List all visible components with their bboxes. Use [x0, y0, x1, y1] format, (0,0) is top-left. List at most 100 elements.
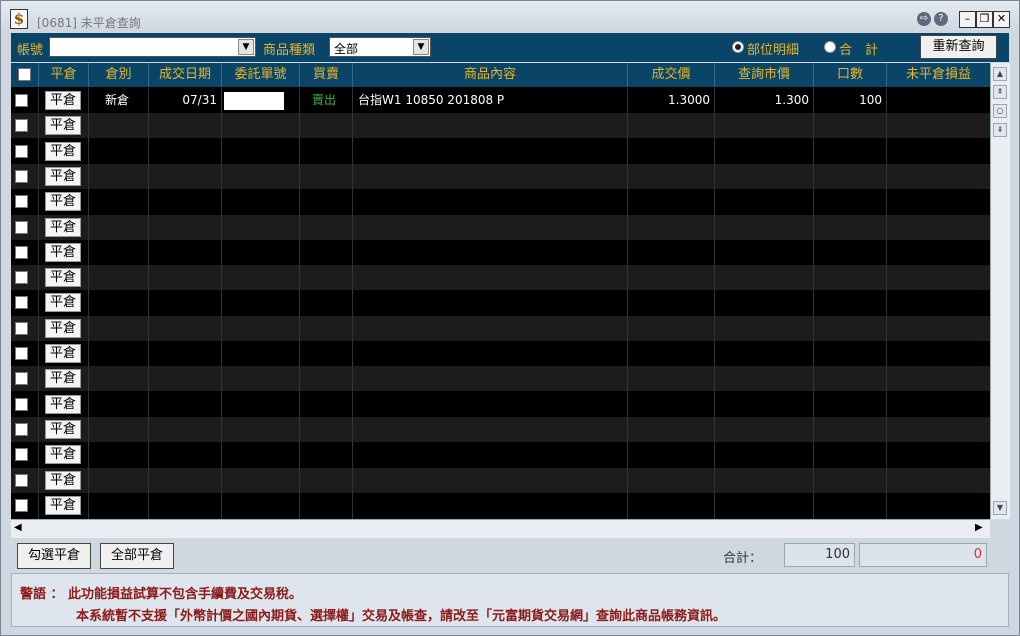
table-row: 平倉: [11, 391, 990, 417]
row-close-button[interactable]: 平倉: [45, 344, 81, 363]
notice-label: 警語 ：: [20, 587, 64, 602]
row-checkbox[interactable]: [15, 220, 28, 234]
row-close-button[interactable]: 平倉: [45, 192, 81, 212]
requery-button[interactable]: 重新查詢: [920, 35, 997, 59]
row-pnl: [887, 88, 985, 113]
row-checkbox[interactable]: [15, 422, 28, 436]
page-down-icon[interactable]: ⇟: [993, 123, 1007, 137]
row-checkbox[interactable]: [15, 271, 28, 285]
table-row: 平倉: [11, 467, 990, 493]
row-close-button[interactable]: 平倉: [45, 242, 81, 262]
product-type-select[interactable]: 全部 ▼: [329, 37, 431, 57]
row-close-button[interactable]: 平倉: [45, 91, 81, 110]
row-checkbox[interactable]: [15, 372, 28, 386]
radio-detail[interactable]: [732, 41, 744, 53]
detach-icon[interactable]: ⇨: [917, 12, 931, 26]
total-qty: 100: [784, 543, 855, 567]
table-row: 平倉 新倉 07/31 台指W1 10850 201808 P 賣出 1.3000 1.30…: [11, 88, 990, 113]
table-row: 平倉: [11, 315, 990, 341]
radio-total[interactable]: [824, 41, 836, 53]
row-checkbox[interactable]: [15, 245, 28, 259]
window-title: [0681] 未平倉查詢: [37, 16, 141, 30]
row-checkbox[interactable]: [15, 296, 28, 310]
header-order-no: 委託單號: [222, 63, 300, 87]
help-icon[interactable]: ?: [934, 12, 948, 26]
table-row: 平倉: [11, 214, 990, 240]
scroll-up-icon[interactable]: ▲: [993, 67, 1007, 81]
header-pnl: 未平倉損益: [905, 67, 971, 82]
notice-line-1: 此功能損益試算不包含手續費及交易稅。: [68, 587, 303, 602]
header-close: 平倉: [39, 63, 89, 87]
row-checkbox[interactable]: [15, 321, 28, 335]
total-pnl: 0: [859, 543, 987, 567]
maximize-button[interactable]: ❐: [976, 11, 993, 28]
chevron-down-icon[interactable]: ▼: [413, 39, 429, 55]
table-row: 平倉: [11, 265, 990, 291]
product-type-value: 全部: [334, 42, 359, 56]
select-all-checkbox[interactable]: [18, 68, 31, 81]
table-row: 平倉: [11, 113, 990, 139]
header-product: 商品內容: [353, 63, 628, 87]
header-trade-price: 成交價: [628, 63, 715, 87]
row-qty: 100: [859, 93, 882, 107]
row-close-button[interactable]: 平倉: [45, 116, 81, 136]
row-trade-price: 1.3000: [668, 93, 710, 107]
row-checkbox[interactable]: [15, 473, 28, 487]
row-close-button[interactable]: 平倉: [45, 445, 81, 465]
row-close-button[interactable]: 平倉: [45, 470, 81, 490]
table-row: 平倉: [11, 442, 990, 468]
select-close-button[interactable]: 勾選平倉: [17, 543, 91, 569]
header-side: 買賣: [300, 63, 353, 87]
notice-panel: 警語 ： 此功能損益試算不包含手續費及交易稅。 本系統暫不支援「外幣計價之國內期…: [11, 573, 1009, 627]
radio-detail-label[interactable]: 部位明細: [747, 39, 799, 58]
account-select[interactable]: ▼: [49, 37, 256, 57]
scroll-right-icon[interactable]: ▶: [975, 522, 983, 533]
row-close-button[interactable]: 平倉: [45, 369, 81, 389]
header-select-all[interactable]: [11, 63, 39, 87]
vertical-scrollbar[interactable]: ▲ ⇞ ○ ⇟ ▼: [990, 63, 1010, 519]
row-close-button[interactable]: 平倉: [45, 394, 81, 414]
row-checkbox[interactable]: [15, 169, 28, 183]
row-close-button[interactable]: 平倉: [45, 419, 81, 439]
radio-total-label[interactable]: 合 計: [839, 39, 878, 58]
table-row: 平倉: [11, 341, 990, 366]
total-label: 合計：: [723, 551, 763, 566]
table-row: 平倉: [11, 239, 990, 265]
row-checkbox[interactable]: [15, 498, 28, 512]
close-all-button[interactable]: 全部平倉: [100, 543, 174, 569]
grid-header: 平倉 倉別 成交日期 委託單號 買賣 商品內容 成交價 查詢市價 口數 未平倉損…: [11, 63, 990, 87]
table-row: 平倉: [11, 138, 990, 164]
row-close-button[interactable]: 平倉: [45, 268, 81, 288]
row-product: 台指W1 10850 201808 P: [358, 93, 505, 107]
header-market-price: 查詢市價: [715, 63, 814, 87]
row-checkbox[interactable]: [15, 347, 28, 360]
horizontal-scrollbar[interactable]: ◀ ▶: [11, 519, 990, 538]
row-checkbox[interactable]: [15, 119, 28, 133]
row-close-button[interactable]: 平倉: [45, 293, 81, 313]
row-close-button[interactable]: 平倉: [45, 141, 81, 161]
row-side: 賣出: [312, 93, 337, 107]
row-close-button[interactable]: 平倉: [45, 166, 81, 186]
close-button[interactable]: ✕: [993, 11, 1010, 28]
account-label: 帳號: [17, 43, 44, 58]
page-up-icon[interactable]: ⇞: [993, 85, 1007, 99]
scroll-down-icon[interactable]: ▼: [993, 501, 1007, 515]
minimize-button[interactable]: –: [959, 11, 976, 28]
row-checkbox[interactable]: [15, 397, 28, 411]
row-checkbox[interactable]: [15, 195, 28, 209]
header-qty: 口數: [814, 63, 887, 87]
product-type-label: 商品種類: [263, 43, 316, 58]
chevron-down-icon[interactable]: ▼: [238, 39, 254, 55]
row-close-button[interactable]: 平倉: [45, 318, 81, 338]
positions-grid: 平倉 倉別 成交日期 委託單號 買賣 商品內容 成交價 查詢市價 口數 未平倉損…: [11, 63, 990, 519]
scroll-home-icon[interactable]: ○: [993, 104, 1007, 118]
row-close-button[interactable]: 平倉: [45, 217, 81, 237]
table-row: 平倉: [11, 290, 990, 316]
row-checkbox[interactable]: [15, 94, 28, 107]
table-row: 平倉: [11, 366, 990, 392]
scroll-left-icon[interactable]: ◀: [14, 522, 22, 533]
row-checkbox[interactable]: [15, 144, 28, 158]
row-type: 新倉: [105, 93, 130, 107]
row-checkbox[interactable]: [15, 448, 28, 462]
row-close-button[interactable]: 平倉: [45, 495, 81, 515]
